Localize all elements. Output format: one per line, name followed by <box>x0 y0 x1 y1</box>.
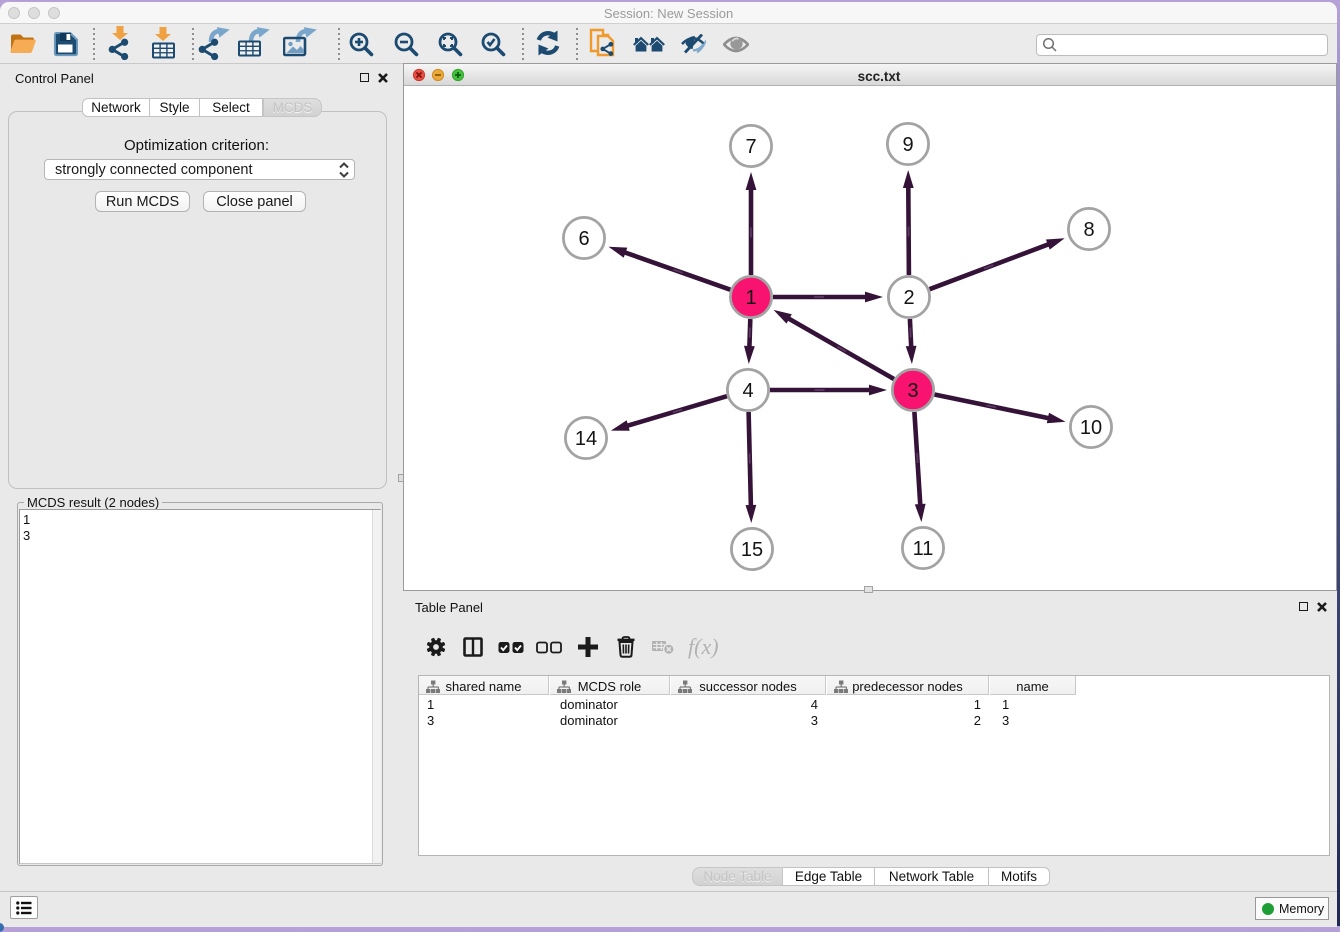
svg-text:6: 6 <box>578 228 589 250</box>
svg-text:14: 14 <box>575 428 597 450</box>
svg-text:10: 10 <box>1080 417 1102 439</box>
svg-text:7: 7 <box>745 136 756 158</box>
svg-text:15: 15 <box>741 539 763 561</box>
svg-text:4: 4 <box>742 380 753 402</box>
svg-text:1: 1 <box>745 287 756 309</box>
svg-text:9: 9 <box>902 134 913 156</box>
svg-text:11: 11 <box>913 538 934 560</box>
svg-text:2: 2 <box>903 287 914 309</box>
svg-text:8: 8 <box>1083 219 1094 241</box>
svg-text:3: 3 <box>907 380 918 402</box>
